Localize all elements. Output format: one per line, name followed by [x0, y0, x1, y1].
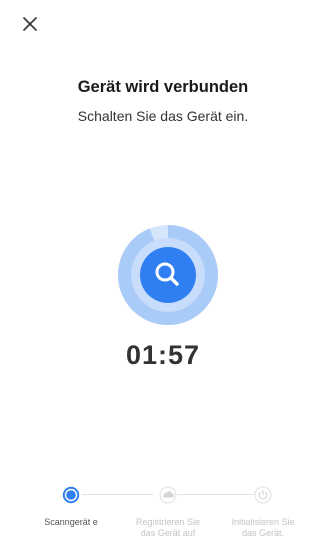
- step-label-initialize: Initialisieren Sie das Gerät.: [231, 517, 295, 538]
- step-connector: [82, 494, 154, 495]
- step-connector: [178, 494, 254, 495]
- cloud-icon: [159, 486, 177, 504]
- close-icon: [22, 16, 38, 32]
- power-icon: [254, 486, 272, 504]
- search-dot-icon: [62, 486, 80, 504]
- progress-steps: Scanngerät e Registrieren Sie das Gerät …: [0, 482, 326, 548]
- close-button[interactable]: [18, 12, 42, 36]
- progress-ring: [117, 225, 218, 325]
- step-label-register: Registrieren Sie das Gerät auf: [135, 517, 201, 538]
- search-badge: [140, 247, 196, 303]
- countdown-timer: 01:57: [125, 340, 201, 370]
- step-label-scan: Scanngerät e: [44, 517, 98, 527]
- page-title: Gerät wird verbunden: [77, 78, 249, 96]
- device-connect-screen: Gerät wird verbunden Schalten Sie das Ge…: [0, 0, 326, 548]
- page-subtitle: Schalten Sie das Gerät ein.: [77, 108, 249, 124]
